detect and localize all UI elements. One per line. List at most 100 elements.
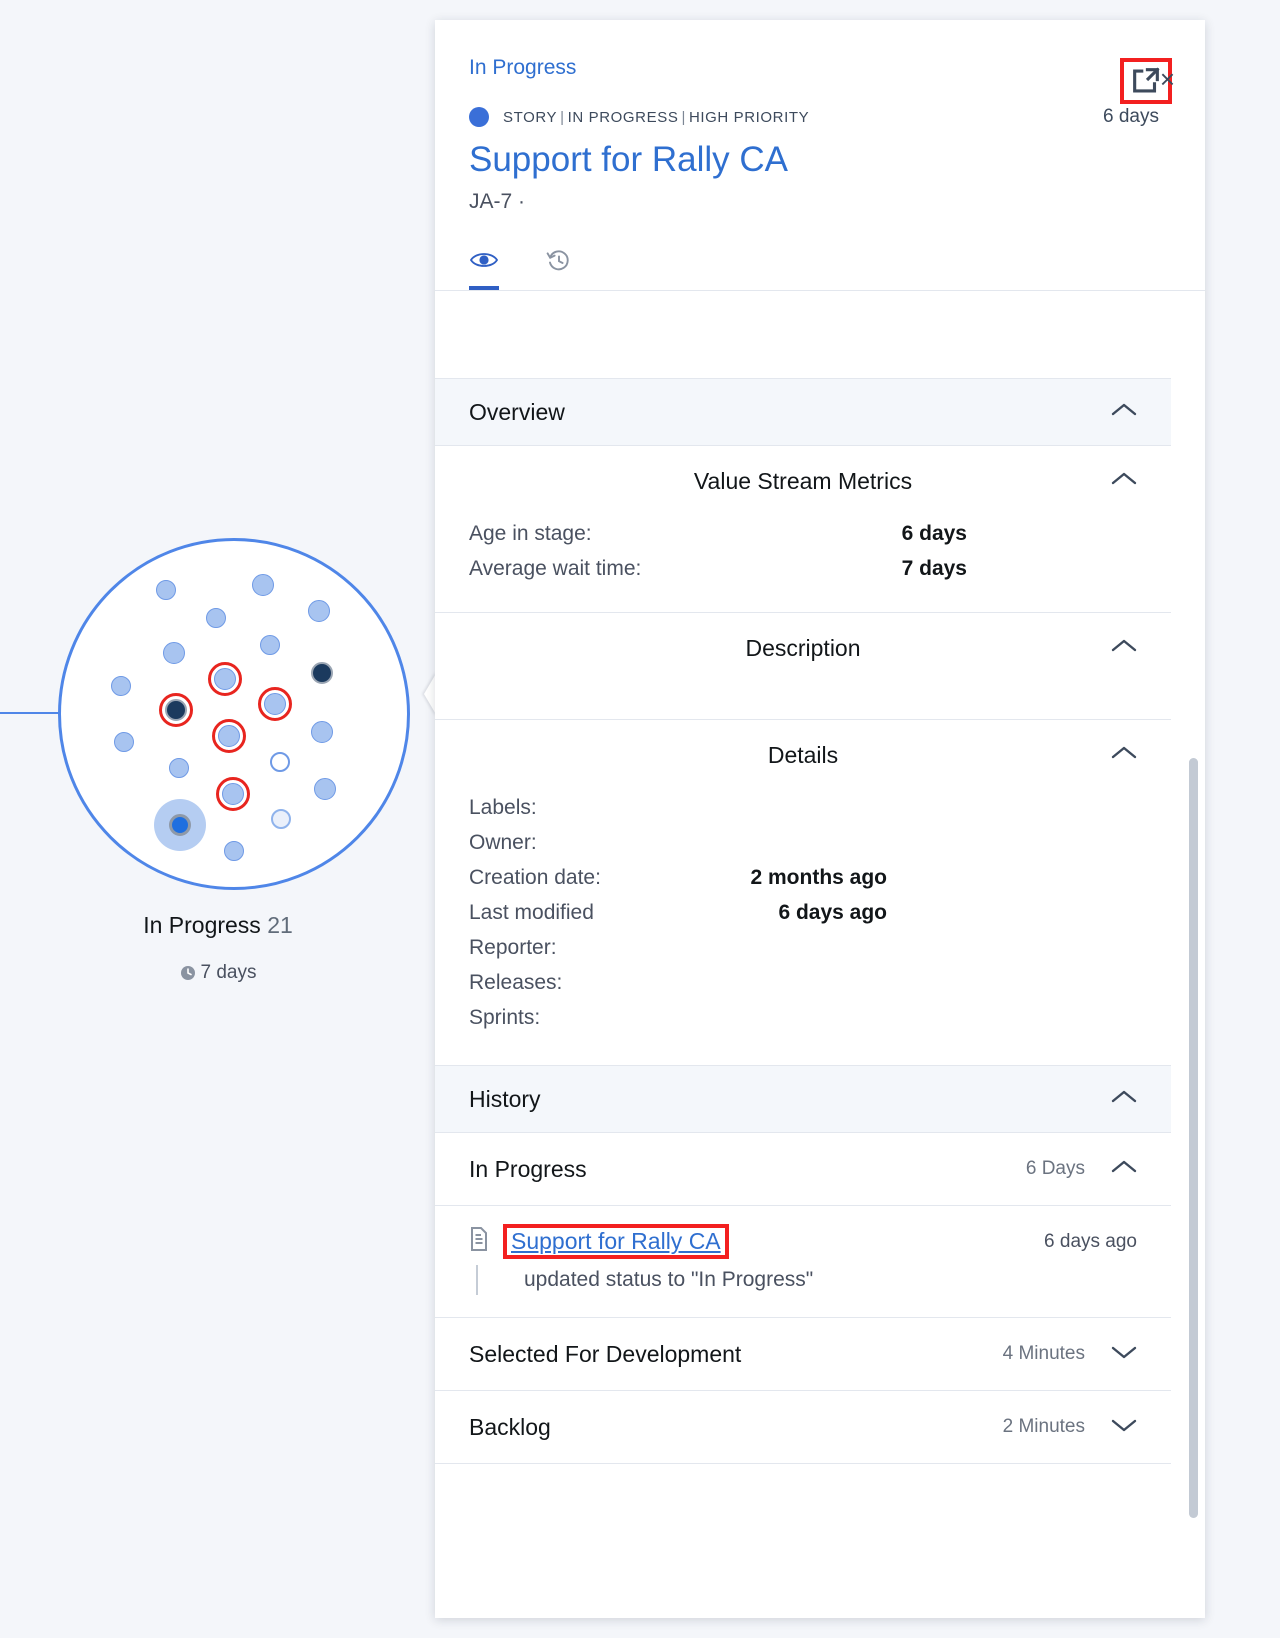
metric-row: Average wait time: 7 days	[469, 551, 1137, 586]
history-entry-when: 6 days ago	[1044, 1231, 1137, 1253]
detail-key: Owner:	[469, 825, 537, 860]
stage-node-time-label: 7 days	[201, 962, 257, 984]
chevron-up-icon[interactable]	[1111, 1159, 1137, 1180]
item-detail-panel: In Progress × STORY|IN PROGRESS|HIGH PRI…	[435, 20, 1205, 1618]
section-header-overview[interactable]: Overview	[435, 378, 1171, 446]
tab-history[interactable]	[545, 248, 573, 290]
selected-item-dot[interactable]	[169, 814, 191, 836]
eye-icon	[469, 248, 499, 272]
history-group-duration: 6 Days	[1026, 1158, 1085, 1180]
item-dot[interactable]	[311, 662, 333, 684]
item-dot[interactable]	[224, 841, 244, 861]
item-meta-text: STORY|IN PROGRESS|HIGH PRIORITY	[503, 109, 809, 126]
stage-node-in-progress[interactable]	[58, 538, 410, 890]
history-group-backlog[interactable]: Backlog 2 Minutes	[435, 1391, 1171, 1464]
item-dot[interactable]	[156, 580, 176, 600]
story-type-dot	[469, 107, 489, 127]
item-dot[interactable]	[314, 778, 336, 800]
subsection-title-details: Details	[768, 742, 838, 769]
item-dot[interactable]	[271, 809, 291, 829]
history-clock-icon	[545, 248, 573, 274]
history-group-in-progress[interactable]: In Progress 6 Days	[435, 1133, 1171, 1206]
detail-value: 6 days ago	[778, 895, 1137, 930]
history-group-duration: 2 Minutes	[1003, 1416, 1085, 1438]
detail-key: Releases:	[469, 965, 562, 1000]
history-group-selected-for-development[interactable]: Selected For Development 4 Minutes	[435, 1318, 1171, 1391]
chevron-down-icon[interactable]	[1111, 1344, 1137, 1365]
item-dot[interactable]	[165, 699, 187, 721]
item-title[interactable]: Support for Rally CA	[469, 140, 1171, 180]
chevron-up-icon[interactable]	[1111, 745, 1137, 766]
panel-bottom-spacer	[435, 1464, 1171, 1574]
chevron-up-icon[interactable]	[1111, 471, 1137, 492]
item-dot[interactable]	[270, 752, 290, 772]
item-dot[interactable]	[111, 676, 131, 696]
breadcrumb[interactable]: In Progress	[469, 56, 1171, 80]
item-type: STORY	[503, 109, 557, 126]
chevron-up-icon[interactable]	[1111, 402, 1137, 423]
panel-header: In Progress × STORY|IN PROGRESS|HIGH PRI…	[435, 20, 1205, 214]
item-age: 6 days	[1103, 106, 1171, 128]
item-dot[interactable]	[218, 725, 240, 747]
item-priority: HIGH PRIORITY	[689, 109, 809, 126]
section-header-history[interactable]: History	[435, 1065, 1171, 1133]
detail-row: Reporter:	[469, 930, 1137, 965]
item-dot[interactable]	[260, 635, 280, 655]
stage-node-name: In Progress	[143, 912, 261, 938]
stage-node-count: 21	[267, 912, 293, 938]
item-dot[interactable]	[163, 642, 185, 664]
item-dot[interactable]	[169, 758, 189, 778]
subsection-header-details[interactable]: Details	[435, 720, 1171, 790]
detail-row: Last modified 6 days ago	[469, 895, 1137, 930]
scrollbar-thumb[interactable]	[1189, 758, 1198, 1518]
item-meta-row: STORY|IN PROGRESS|HIGH PRIORITY 6 days	[469, 106, 1171, 128]
detail-value	[887, 1000, 1137, 1035]
chevron-up-icon[interactable]	[1111, 1089, 1137, 1110]
item-dot[interactable]	[308, 600, 330, 622]
subsection-header-description[interactable]: Description	[435, 613, 1171, 683]
subsection-title-value-stream-metrics: Value Stream Metrics	[694, 468, 912, 495]
history-entry-top: Support for Rally CA 6 days ago	[469, 1224, 1137, 1259]
item-dot[interactable]	[206, 608, 226, 628]
detail-key: Reporter:	[469, 930, 557, 965]
panel-tabs	[435, 214, 1205, 291]
metric-row: Age in stage: 6 days	[469, 516, 1137, 551]
document-icon	[469, 1226, 489, 1257]
item-dot[interactable]	[252, 574, 274, 596]
item-dot[interactable]	[214, 668, 236, 690]
history-entry-detail: updated status to "In Progress"	[476, 1265, 1137, 1295]
panel-scroll-area[interactable]: Overview Value Stream Metrics Age in sta…	[435, 378, 1205, 1618]
metric-key: Age in stage:	[469, 516, 592, 551]
detail-value: 2 months ago	[750, 860, 1137, 895]
detail-row: Sprints:	[469, 1000, 1137, 1035]
item-dot[interactable]	[311, 721, 333, 743]
detail-key: Sprints:	[469, 1000, 540, 1035]
clock-icon	[180, 965, 196, 981]
close-icon[interactable]: ×	[1160, 66, 1175, 92]
detail-row: Releases:	[469, 965, 1137, 1000]
tab-overview[interactable]	[469, 248, 499, 290]
history-entry-detail-text: updated status to "In Progress"	[492, 1265, 813, 1295]
chevron-down-icon[interactable]	[1111, 1417, 1137, 1438]
item-dot[interactable]	[264, 693, 286, 715]
value-stream-graph: In Progress 21 7 days	[0, 0, 436, 1638]
stage-node-label: In Progress 21	[0, 912, 436, 939]
subsection-header-value-stream-metrics[interactable]: Value Stream Metrics	[435, 446, 1171, 516]
subsection-title-description: Description	[745, 635, 860, 662]
panel-header-actions: ×	[1120, 58, 1187, 104]
history-entry-link-highlight: Support for Rally CA	[503, 1224, 729, 1259]
item-dot[interactable]	[222, 783, 244, 805]
history-entry: Support for Rally CA 6 days ago updated …	[435, 1206, 1171, 1318]
item-status: IN PROGRESS	[568, 109, 679, 126]
metric-value: 6 days	[902, 516, 1137, 551]
detail-value	[887, 965, 1137, 1000]
history-group-duration: 4 Minutes	[1003, 1343, 1085, 1365]
vertical-scrollbar[interactable]	[1189, 758, 1198, 1518]
chevron-up-icon[interactable]	[1111, 638, 1137, 659]
detail-row: Creation date: 2 months ago	[469, 860, 1137, 895]
history-entry-link[interactable]: Support for Rally CA	[511, 1228, 721, 1254]
detail-value	[887, 930, 1137, 965]
item-dot[interactable]	[114, 732, 134, 752]
detail-row: Labels:	[469, 790, 1137, 825]
details-rows: Labels: Owner: Creation date: 2 months a…	[435, 790, 1171, 1065]
